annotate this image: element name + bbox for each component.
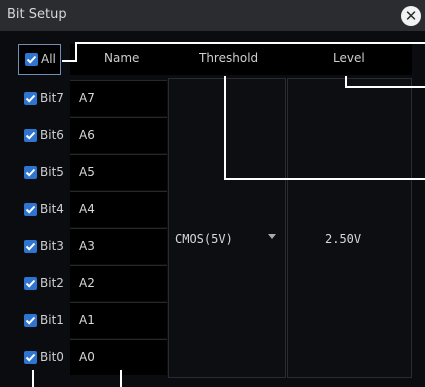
callout-lines <box>32 42 425 387</box>
bit-setup-dialog: Bit Setup ✕ All Name Threshold Level Bit… <box>0 0 425 387</box>
